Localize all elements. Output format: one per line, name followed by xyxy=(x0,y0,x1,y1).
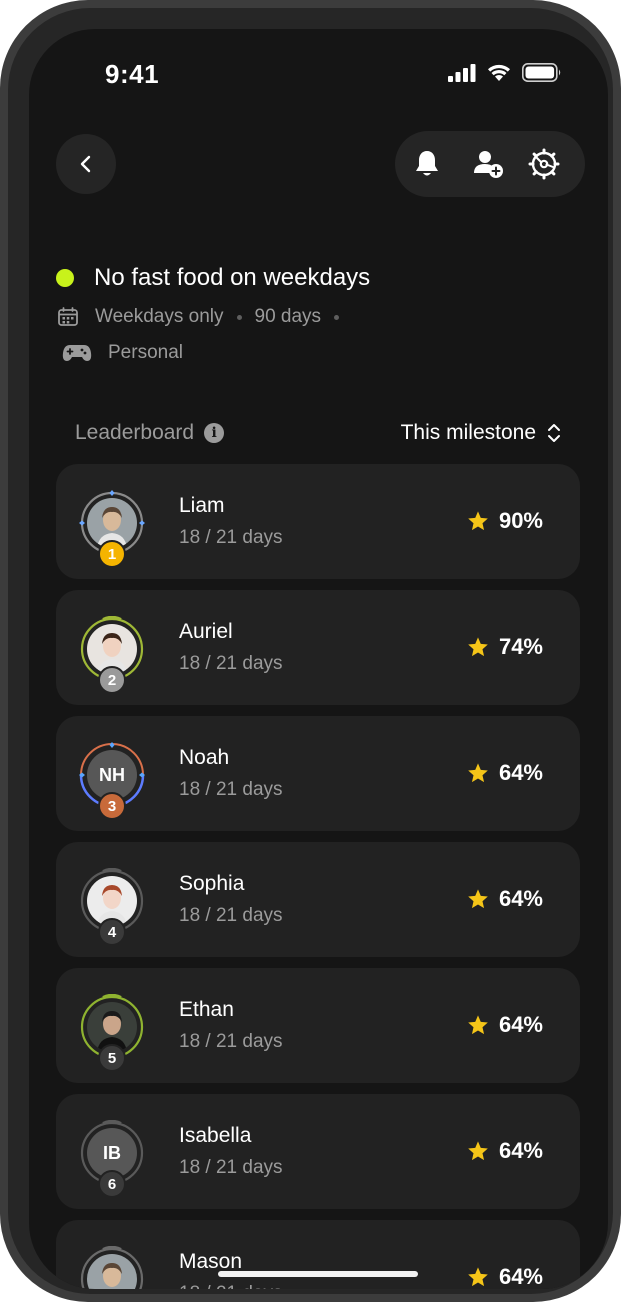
player-score: 64% xyxy=(467,886,543,912)
player-name: Liam xyxy=(179,494,225,517)
category-text: Personal xyxy=(108,342,183,363)
rank-badge: 3 xyxy=(98,792,126,820)
add-user-icon xyxy=(474,151,503,178)
player-score: 74% xyxy=(467,634,543,660)
player-progress: 18 / 21 days xyxy=(179,1031,283,1052)
player-progress: 18 / 21 days xyxy=(179,527,283,548)
duration-text: 90 days xyxy=(254,306,322,327)
leaderboard-row[interactable]: 5 Ethan 18 / 21 days 64% xyxy=(56,968,580,1083)
score-value: 64% xyxy=(498,760,543,785)
player-score: 64% xyxy=(467,760,543,786)
leaderboard-heading: Leaderboard i xyxy=(75,421,225,445)
player-name: Sophia xyxy=(179,872,245,895)
star-icon xyxy=(468,1267,488,1287)
gamepad-icon xyxy=(62,345,92,361)
screen: 9:41 No fast food on weekdays Weekdays o… xyxy=(29,29,608,1289)
calendar-icon xyxy=(58,307,78,326)
separator-dot xyxy=(236,314,242,320)
score-value: 64% xyxy=(498,1012,543,1037)
avatar: 7 xyxy=(79,1246,145,1289)
player-progress: 18 / 21 days xyxy=(179,779,283,800)
player-score: 64% xyxy=(467,1264,543,1289)
rank-badge: 2 xyxy=(98,666,126,694)
battery-icon xyxy=(522,63,561,82)
rank-badge: 5 xyxy=(98,1044,126,1072)
player-name: Auriel xyxy=(179,620,233,643)
leaderboard-row[interactable]: 1 Liam 18 / 21 days 90% xyxy=(56,464,580,579)
player-name: Ethan xyxy=(179,998,234,1021)
player-score: 64% xyxy=(467,1138,543,1164)
star-icon xyxy=(468,511,488,531)
info-icon[interactable]: i xyxy=(204,423,225,443)
header-actions xyxy=(395,131,585,197)
status-time: 9:41 xyxy=(105,59,160,89)
score-value: 74% xyxy=(498,634,543,659)
player-score: 64% xyxy=(467,1012,543,1038)
score-value: 90% xyxy=(498,508,543,533)
player-name: Isabella xyxy=(179,1124,252,1147)
schedule-text: Weekdays only xyxy=(95,306,224,327)
leaderboard-row[interactable]: 7Mason18 / 21 days64% xyxy=(56,1220,580,1289)
leaderboard-row[interactable]: IB 6 Isabella 18 / 21 days 64% xyxy=(56,1094,580,1209)
challenge-title: No fast food on weekdays xyxy=(94,264,371,291)
avatar: 5 xyxy=(79,994,145,1072)
challenge-schedule: Weekdays only 90 days xyxy=(58,306,352,328)
settings-button[interactable] xyxy=(527,147,561,181)
score-value: 64% xyxy=(498,1264,543,1289)
phone-bezel: 9:41 No fast food on weekdays Weekdays o… xyxy=(8,8,613,1294)
player-score: 90% xyxy=(467,508,543,534)
bell-icon xyxy=(416,151,438,176)
leaderboard-row[interactable]: NH 3 Noah 18 / 21 days 64% xyxy=(56,716,580,831)
back-button[interactable] xyxy=(56,134,116,194)
milestone-filter-label: This milestone xyxy=(400,421,536,444)
leaderboard-row[interactable]: 4 Sophia 18 / 21 days 64% xyxy=(56,842,580,957)
challenge-category: Personal xyxy=(62,342,183,364)
cellular-signal-icon xyxy=(448,63,476,82)
leaderboard-row[interactable]: 2 Auriel 18 / 21 days 74% xyxy=(56,590,580,705)
star-icon xyxy=(468,637,488,657)
score-value: 64% xyxy=(498,886,543,911)
avatar: 2 xyxy=(79,616,145,694)
avatar: 1 xyxy=(79,490,145,568)
avatar: NH 3 xyxy=(79,742,145,820)
chevron-left-icon xyxy=(80,155,91,173)
player-name: Noah xyxy=(179,746,230,769)
avatar: IB 6 xyxy=(79,1120,145,1198)
rank-badge: 6 xyxy=(98,1170,126,1198)
sort-chevrons-icon xyxy=(548,424,560,442)
notifications-button[interactable] xyxy=(410,147,444,181)
rank-badge: 1 xyxy=(98,540,126,568)
star-icon xyxy=(468,889,488,909)
status-dot xyxy=(56,269,74,287)
home-indicator xyxy=(218,1271,418,1277)
score-value: 64% xyxy=(498,1138,543,1163)
player-progress: 18 / 21 days xyxy=(179,1157,283,1178)
star-icon xyxy=(468,1015,488,1035)
leaderboard-label: Leaderboard xyxy=(75,421,195,444)
star-icon xyxy=(468,1141,488,1161)
avatar: 4 xyxy=(79,868,145,946)
rank-badge: 4 xyxy=(98,918,126,946)
wifi-icon xyxy=(488,64,510,81)
invite-button[interactable] xyxy=(472,147,506,181)
player-progress: 18 / 21 days xyxy=(179,1283,283,1289)
milestone-filter-dropdown[interactable]: This milestone xyxy=(401,421,562,445)
challenge-title-row: No fast food on weekdays xyxy=(56,264,370,292)
star-icon xyxy=(468,763,488,783)
separator-dot xyxy=(334,314,340,320)
status-icons xyxy=(448,63,562,82)
settings-icon xyxy=(528,148,560,180)
player-progress: 18 / 21 days xyxy=(179,653,283,674)
phone-frame: 9:41 No fast food on weekdays Weekdays o… xyxy=(0,0,621,1302)
player-progress: 18 / 21 days xyxy=(179,905,283,926)
